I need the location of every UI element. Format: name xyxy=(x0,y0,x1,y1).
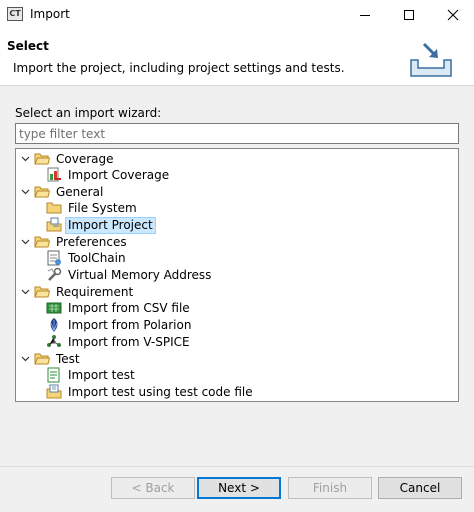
tree-category-label: Coverage xyxy=(56,151,114,166)
back-button[interactable]: < Back xyxy=(111,477,195,499)
tree-item-import-coverage[interactable]: Import Coverage xyxy=(46,167,171,183)
tree-item-label: ToolChain xyxy=(68,250,126,265)
tree-item-label: Import from Polarion xyxy=(68,317,192,332)
tree-item-import-from-polarion[interactable]: Import from Polarion xyxy=(46,317,193,333)
chevron-down-icon[interactable] xyxy=(20,287,30,297)
wrench-icon xyxy=(46,267,62,283)
folder-open-icon xyxy=(34,284,50,300)
finish-button[interactable]: Finish xyxy=(288,477,372,499)
folder-icon xyxy=(46,200,62,216)
chevron-down-icon[interactable] xyxy=(20,187,30,197)
tree-item-label: File System xyxy=(68,200,137,215)
folder-open-icon xyxy=(34,351,50,367)
filter-input[interactable] xyxy=(15,123,459,144)
page-title: Select xyxy=(7,39,49,53)
tree-category-label: Preferences xyxy=(56,234,127,249)
wizard-label: Select an import wizard: xyxy=(15,106,162,120)
csv-icon xyxy=(46,300,62,316)
tree-item-import-from-v-spice[interactable]: Import from V-SPICE xyxy=(46,334,192,350)
tree-item-label: Import Project xyxy=(65,216,156,234)
coverage-icon xyxy=(46,167,62,183)
toolchain-icon xyxy=(46,250,62,266)
tree-category-requirement[interactable]: Requirement xyxy=(20,284,135,300)
tree-category-label: General xyxy=(56,184,104,199)
tree-item-import-test-code-file[interactable]: Import test using test code file xyxy=(46,384,255,400)
test-icon xyxy=(46,367,62,383)
chevron-down-icon[interactable] xyxy=(20,354,30,364)
wizard-header: Select Import the project, including pro… xyxy=(0,30,474,86)
tree-item-import-test[interactable]: Import test xyxy=(46,367,137,383)
folder-open-icon xyxy=(34,184,50,200)
close-button[interactable] xyxy=(437,2,469,28)
folder-open-icon xyxy=(34,151,50,167)
tree-item-import-project[interactable]: Import Project xyxy=(46,216,156,234)
close-icon xyxy=(447,9,459,21)
tree-item-label: Import test xyxy=(68,367,135,382)
test-code-icon xyxy=(46,384,62,400)
tree-item-toolchain[interactable]: ToolChain xyxy=(46,250,128,266)
tree-item-label: Import from CSV file xyxy=(68,300,190,315)
chevron-down-icon[interactable] xyxy=(20,237,30,247)
polarion-icon xyxy=(46,317,62,333)
tree-item-virtual-memory-address[interactable]: Virtual Memory Address xyxy=(46,267,213,283)
cancel-button[interactable]: Cancel xyxy=(378,477,462,499)
tree-item-import-from-csv[interactable]: Import from CSV file xyxy=(46,300,192,316)
wizard-tree[interactable]: Coverage Import Coverage General File Sy… xyxy=(15,148,459,402)
app-icon: CT xyxy=(7,7,23,21)
tree-category-preferences[interactable]: Preferences xyxy=(20,234,129,250)
tree-category-coverage[interactable]: Coverage xyxy=(20,151,116,167)
page-description: Import the project, including project se… xyxy=(13,61,345,75)
tree-item-label: Import test using test code file xyxy=(68,384,253,399)
tree-item-file-system[interactable]: File System xyxy=(46,200,139,216)
vspice-icon xyxy=(46,334,62,350)
tree-category-label: Requirement xyxy=(56,284,134,299)
tree-category-label: Test xyxy=(56,351,80,366)
project-icon xyxy=(46,217,62,233)
title-bar: CT Import xyxy=(0,0,474,30)
tree-item-label: Import Coverage xyxy=(68,167,170,182)
tree-item-label: Virtual Memory Address xyxy=(68,267,212,282)
window-title: Import xyxy=(30,7,70,21)
next-button[interactable]: Next > xyxy=(197,477,281,499)
maximize-button[interactable] xyxy=(393,2,425,28)
maximize-icon xyxy=(404,10,414,20)
chevron-down-icon[interactable] xyxy=(20,154,30,164)
minimize-button[interactable] xyxy=(349,2,381,28)
tree-item-label: Import from V-SPICE xyxy=(68,334,190,349)
folder-open-icon xyxy=(34,234,50,250)
minimize-icon xyxy=(360,15,370,16)
tree-category-general[interactable]: General xyxy=(20,184,105,200)
import-tray-icon xyxy=(406,38,456,80)
tree-category-test[interactable]: Test xyxy=(20,351,82,367)
